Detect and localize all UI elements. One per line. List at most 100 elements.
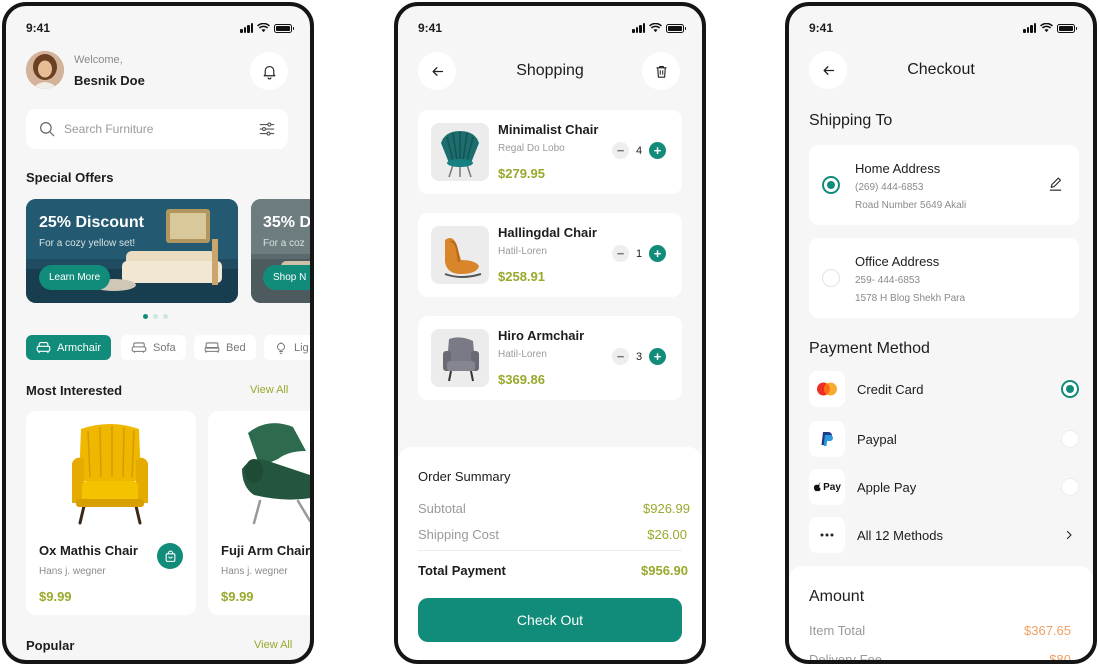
grey-armchair-image [443,337,479,382]
paypal-icon [809,421,845,457]
delivery-fee-label: Delivery Fee [809,652,882,664]
address-radio[interactable] [822,269,840,287]
payment-label: Paypal [857,431,897,447]
shop-now-button[interactable]: Shop N [263,265,310,290]
payment-option-all-methods[interactable]: All 12 Methods [809,517,1079,553]
quantity-value: 1 [635,247,643,260]
product-card[interactable]: Fuji Arm Chair Hans j. wegner $9.99 [208,411,311,615]
avatar[interactable] [26,51,64,89]
more-icon [809,517,845,553]
payment-option-paypal[interactable]: Paypal [809,421,1079,457]
chevron-right-icon [1066,530,1072,540]
banner-subtitle: For a coz [263,238,305,249]
item-total-row: Item Total $367.65 [809,623,1071,638]
payment-radio-selected[interactable] [1061,380,1079,398]
payment-method-title: Payment Method [809,340,930,357]
signal-icon [1023,23,1036,33]
sofa-icon [131,342,147,353]
carousel-dots [143,314,168,319]
apple-pay-text: Pay [823,481,841,493]
decrease-quantity-button[interactable]: − [612,142,629,159]
quantity-stepper: − 4 + [612,142,666,159]
item-name: Hiro Armchair [498,328,585,343]
bed-icon [204,342,220,353]
status-time: 9:41 [809,21,834,35]
edit-icon[interactable] [1047,176,1064,193]
mastercard-icon [809,371,845,407]
shipping-label: Shipping Cost [418,527,499,542]
payment-radio[interactable] [1061,478,1079,496]
armchair-icon [36,341,51,354]
payment-option-apple-pay[interactable]: Pay Apple Pay [809,469,1079,505]
payment-label: Apple Pay [857,479,917,495]
home-screen: 9:41 Welcome, Besnik Doe Special Offers [2,2,314,664]
check-out-button[interactable]: Check Out [418,598,682,642]
address-radio-selected[interactable] [822,176,840,194]
quantity-stepper: − 3 + [612,348,666,365]
category-armchair[interactable]: Armchair [26,335,112,360]
address-card-home[interactable]: Home Address (269) 444-6853 Road Number … [809,145,1079,225]
notification-button[interactable] [250,52,288,90]
learn-more-button[interactable]: Learn More [39,265,111,290]
cart-item: Hiro Armchair Hatil-Loren $369.86 − 3 + [418,316,682,400]
increase-quantity-button[interactable]: + [649,348,666,365]
payment-radio[interactable] [1061,430,1079,448]
product-name: Fuji Arm Chair [221,543,311,558]
wifi-icon [1040,23,1053,33]
total-value: $956.90 [641,563,688,578]
shipping-row: Shipping Cost $26.00 [418,527,690,542]
item-price: $279.95 [498,166,545,181]
payment-option-credit-card[interactable]: Credit Card [809,371,1079,407]
teal-chair-image [441,131,479,178]
most-interested-title: Most Interested [26,383,123,398]
product-name: Ox Mathis Chair [39,543,138,558]
status-bar: 9:41 [809,19,1077,37]
delivery-fee-value: $80 [1049,652,1071,664]
decrease-quantity-button[interactable]: − [612,348,629,365]
item-maker: Hatil-Loren [498,246,547,257]
payment-label: Credit Card [857,381,924,397]
offer-banner[interactable]: 25% Discount For a cozy yellow set! Lear… [26,199,238,303]
address-title: Office Address [855,254,940,269]
view-all-link[interactable]: View All [250,384,288,396]
quantity-value: 4 [635,144,643,157]
order-summary-title: Order Summary [418,469,511,484]
decrease-quantity-button[interactable]: − [612,245,629,262]
address-card-office[interactable]: Office Address 259- 444-6853 1578 H Blog… [809,238,1079,318]
product-maker: Hans j. wegner [39,566,106,577]
popular-title: Popular [26,638,75,653]
search-input[interactable] [64,122,250,136]
increase-quantity-button[interactable]: + [649,245,666,262]
user-name: Besnik Doe [74,73,145,88]
bell-icon [263,65,275,79]
quantity-value: 3 [635,350,643,363]
lamp-icon [277,341,285,354]
offer-banner[interactable]: 35% D For a coz Shop N [251,199,310,303]
search-bar [26,109,288,149]
divider [418,550,682,551]
item-maker: Regal Do Lobo [498,143,565,154]
orange-chair-image [444,238,482,278]
item-thumbnail [431,329,489,387]
add-to-bag-button[interactable] [157,543,183,569]
category-bed[interactable]: Bed [194,335,256,360]
special-offers-title: Special Offers [26,170,114,185]
product-card[interactable]: Ox Mathis Chair Hans j. wegner $9.99 [26,411,196,615]
increase-quantity-button[interactable]: + [649,142,666,159]
delete-button[interactable] [642,52,680,90]
category-lighting[interactable]: Lig [264,335,310,360]
battery-icon [274,23,294,33]
cart-item: Minimalist Chair Regal Do Lobo $279.95 −… [418,110,682,194]
banner-subtitle: For a cozy yellow set! [39,238,136,249]
order-summary-panel: Order Summary Subtotal $926.99 Shipping … [398,447,702,660]
product-price: $9.99 [39,589,72,604]
item-name: Minimalist Chair [498,122,599,137]
category-sofa[interactable]: Sofa [121,335,186,360]
popular-view-all-link[interactable]: View All [254,639,292,651]
product-maker: Hans j. wegner [221,566,288,577]
item-total-label: Item Total [809,623,866,638]
filter-icon[interactable] [258,120,276,138]
item-thumbnail [431,226,489,284]
subtotal-row: Subtotal $926.99 [418,501,690,516]
status-bar: 9:41 [26,19,294,37]
